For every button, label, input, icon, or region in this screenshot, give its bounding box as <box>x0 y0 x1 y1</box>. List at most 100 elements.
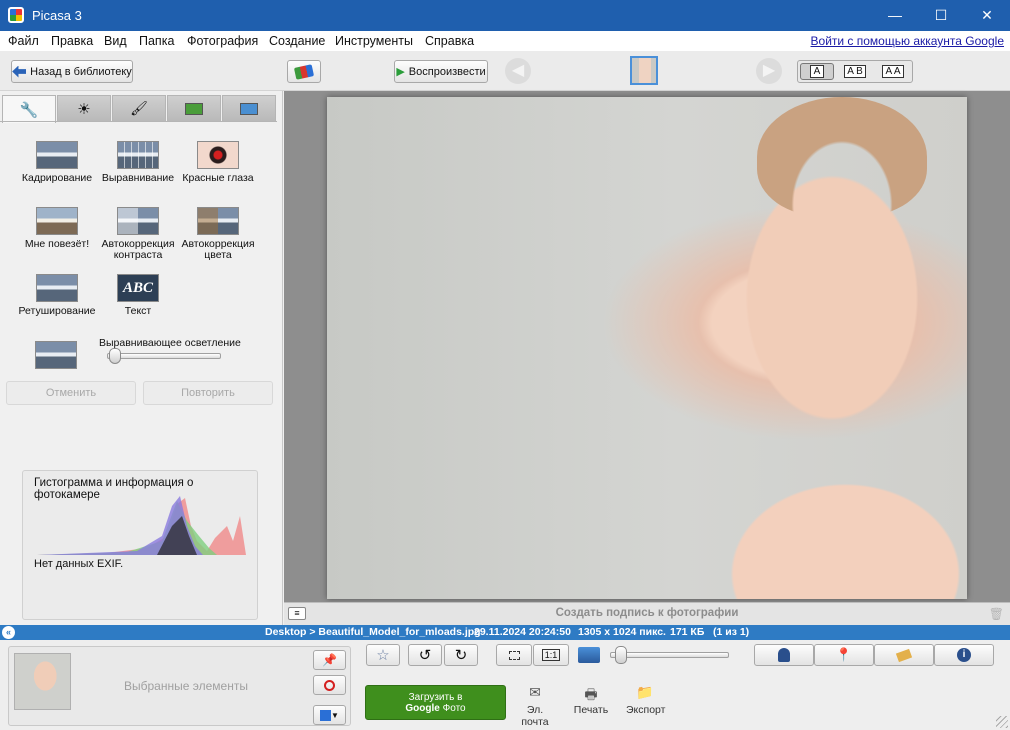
layout-compare-label: A A <box>882 65 904 78</box>
info-button[interactable]: i <box>934 644 994 666</box>
minimize-button[interactable]: — <box>872 0 918 31</box>
fill-light-slider-handle[interactable] <box>109 348 122 364</box>
tab-effects[interactable]: 🖌 <box>112 95 166 121</box>
layout-double-button[interactable]: A B <box>838 63 872 80</box>
previous-photo-button[interactable]: ◀ <box>505 58 531 84</box>
menu-help[interactable]: Справка <box>425 34 474 48</box>
tab-more-effects[interactable] <box>167 95 221 121</box>
export-folder-icon: 📁 <box>636 684 654 700</box>
bottom-tray: Выбранные элементы 📌 ▼ ☆ ↺ ↻ 1:1 📍 i Заг… <box>0 640 1010 730</box>
fill-light-label: Выравнивающее осветление <box>99 337 241 349</box>
text-thumbnail: ABC <box>117 274 159 302</box>
trash-icon[interactable]: 🗑 <box>989 607 1004 621</box>
tag-icon <box>895 648 913 662</box>
menu-file[interactable]: Файл <box>8 34 39 48</box>
fill-light-slider-track[interactable] <box>107 353 221 359</box>
close-button[interactable]: ✕ <box>964 0 1010 31</box>
upload-brand: Google <box>405 703 440 714</box>
redeye-tool[interactable]: Красные глаза <box>178 141 258 184</box>
menu-create[interactable]: Создание <box>269 34 325 48</box>
tray-thumbnail[interactable] <box>14 653 71 710</box>
upload-google-photos-button[interactable]: Загрузить в Google Фото <box>365 685 506 720</box>
tab-extra-effects[interactable] <box>222 95 276 121</box>
file-path: Desktop > Beautiful_Model_for_mloads.jpg <box>265 626 481 638</box>
album-menu-button[interactable]: ▼ <box>313 705 346 725</box>
info-icon: i <box>957 648 971 662</box>
actual-size-button[interactable]: 1:1 <box>533 644 569 666</box>
caption-input[interactable]: Создать подпись к фотографии <box>284 607 1010 619</box>
clear-circle-icon <box>324 679 335 691</box>
back-to-library-button[interactable]: Назад в библиотеку <box>11 60 133 83</box>
actual-size-label: 1:1 <box>541 649 561 661</box>
zoom-slider-track[interactable] <box>610 652 729 658</box>
fit-to-window-button[interactable] <box>496 644 532 666</box>
google-signin-link[interactable]: Войти с помощью аккаунта Google <box>811 34 1004 48</box>
printer-icon: 🖶 <box>584 686 598 702</box>
file-size: 171 КБ <box>670 626 705 638</box>
resize-grip[interactable] <box>996 716 1008 728</box>
menu-edit[interactable]: Правка <box>51 34 93 48</box>
crop-thumbnail <box>36 141 78 169</box>
layout-double-label: A B <box>844 65 866 78</box>
feeling-lucky-tool[interactable]: Мне повезёт! <box>17 207 97 250</box>
menu-folder[interactable]: Папка <box>139 34 174 48</box>
photo-effects-button[interactable] <box>287 60 321 83</box>
tags-button[interactable] <box>874 644 934 666</box>
star-button[interactable]: ☆ <box>366 644 400 666</box>
menu-view[interactable]: Вид <box>104 34 127 48</box>
auto-color-label: Автокоррекция цвета <box>181 238 255 261</box>
email-button[interactable]: ✉ Эл. почта <box>512 684 558 728</box>
straighten-thumbnail <box>117 141 159 169</box>
auto-color-thumbnail <box>197 207 239 235</box>
retouch-label: Ретуширование <box>18 305 96 317</box>
slideshow-play-button[interactable]: ▶ Воспроизвести <box>394 60 488 83</box>
rotate-right-icon: ↻ <box>454 647 468 664</box>
tab-tuning[interactable]: ☀ <box>57 95 111 121</box>
undo-button[interactable]: Отменить <box>6 381 136 405</box>
rotate-right-button[interactable]: ↻ <box>444 644 478 666</box>
main-photo[interactable] <box>327 97 967 599</box>
histogram-panel: Гистограмма и информация о фотокамере Не… <box>22 470 258 620</box>
export-button[interactable]: 📁 Экспорт <box>626 684 665 716</box>
filmstrip-thumbnail[interactable] <box>630 56 658 85</box>
zoom-slider-handle[interactable] <box>615 646 628 664</box>
menu-bar: Файл Правка Вид Папка Фотография Создани… <box>0 31 1010 51</box>
auto-color-tool[interactable]: Автокоррекция цвета <box>178 207 258 261</box>
print-label: Печать <box>573 704 609 716</box>
rotate-left-button[interactable]: ↺ <box>408 644 442 666</box>
fill-light-thumbnail <box>35 341 77 369</box>
brush-blue-icon <box>240 102 258 115</box>
upload-suffix: Фото <box>442 703 466 714</box>
redo-button[interactable]: Повторить <box>143 381 273 405</box>
text-tool[interactable]: ABC Текст <box>98 274 178 317</box>
tab-basic-fixes[interactable]: 🔧 <box>2 95 56 123</box>
play-label: Воспроизвести <box>408 65 486 78</box>
hold-button[interactable]: 📌 <box>313 650 346 670</box>
title-bar: Picasa 3 — ☐ ✕ <box>0 0 1010 31</box>
crop-tool[interactable]: Кадрирование <box>17 141 97 184</box>
fit-icon <box>508 650 520 660</box>
clear-selection-button[interactable] <box>313 675 346 695</box>
straighten-tool[interactable]: Выравнивание <box>98 141 178 184</box>
album-icon <box>320 709 332 721</box>
geotag-button[interactable]: 📍 <box>814 644 874 666</box>
next-photo-button[interactable]: ▶ <box>756 58 782 84</box>
print-button[interactable]: 🖶 Печать <box>572 684 610 716</box>
maximize-button[interactable]: ☐ <box>918 0 964 31</box>
layout-single-button[interactable]: A <box>800 63 834 80</box>
menu-photo[interactable]: Фотография <box>187 34 258 48</box>
feeling-lucky-thumbnail <box>36 207 78 235</box>
rotate-left-icon: ↺ <box>418 647 432 664</box>
retouch-tool[interactable]: Ретуширование <box>17 274 97 317</box>
layout-compare-button[interactable]: A A <box>876 63 910 80</box>
collapse-tray-icon[interactable]: « <box>2 626 15 639</box>
back-to-library-label: Назад в библиотеку <box>30 65 132 78</box>
auto-contrast-tool[interactable]: Автокоррекция контраста <box>98 207 178 261</box>
sun-icon: ☀ <box>77 100 91 118</box>
zoom-magnifier-icon <box>578 647 600 663</box>
menu-tools[interactable]: Инструменты <box>335 34 413 48</box>
map-pin-icon: 📍 <box>835 647 853 662</box>
email-label: Эл. почта <box>521 704 549 728</box>
feeling-lucky-label: Мне повезёт! <box>24 238 90 250</box>
people-button[interactable] <box>754 644 814 666</box>
